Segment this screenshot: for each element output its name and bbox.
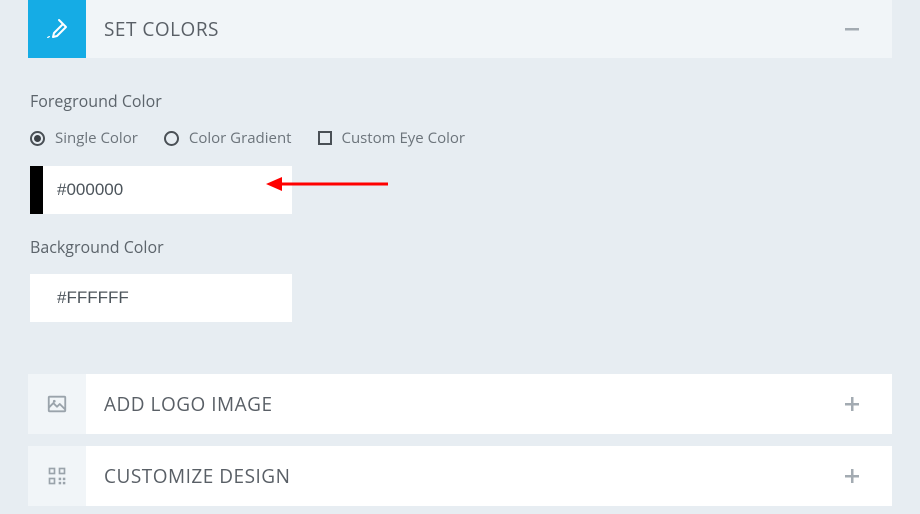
foreground-options-row: Single Color Color Gradient Custom Eye C… [30,128,890,148]
customize-design-panel-header[interactable]: CUSTOMIZE DESIGN [28,446,892,506]
foreground-color-label: Foreground Color [30,90,890,112]
set-colors-body: Foreground Color Single Color Color Grad… [28,68,892,374]
color-gradient-label: Color Gradient [189,128,292,148]
checkbox-icon [318,131,332,145]
radio-icon [164,131,179,146]
background-color-input[interactable] [43,274,292,322]
single-color-option[interactable]: Single Color [30,128,138,148]
collapse-button[interactable] [844,21,892,37]
foreground-color-row [30,166,292,214]
radio-icon [30,131,45,146]
customize-design-title: CUSTOMIZE DESIGN [86,463,844,489]
custom-eye-color-option[interactable]: Custom Eye Color [318,128,466,148]
single-color-label: Single Color [55,128,138,148]
set-colors-title: SET COLORS [86,16,844,42]
qr-icon [28,446,86,506]
brush-icon [28,0,86,58]
add-logo-panel-header[interactable]: ADD LOGO IMAGE [28,374,892,434]
background-color-row [30,274,292,322]
expand-button[interactable] [844,396,892,412]
foreground-swatch[interactable] [30,166,43,214]
color-gradient-option[interactable]: Color Gradient [164,128,292,148]
add-logo-title: ADD LOGO IMAGE [86,391,844,417]
image-icon [28,374,86,434]
expand-button[interactable] [844,468,892,484]
custom-eye-color-label: Custom Eye Color [342,128,466,148]
background-color-label: Background Color [30,236,890,258]
foreground-color-input[interactable] [43,166,292,214]
set-colors-panel-header[interactable]: SET COLORS [28,0,892,58]
background-swatch[interactable] [30,274,43,322]
